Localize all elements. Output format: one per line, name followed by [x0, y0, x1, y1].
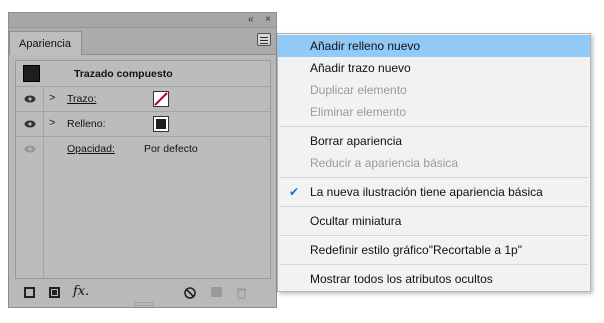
fill-label: Relleno: — [67, 118, 106, 130]
menu-item-duplicate: Duplicar elemento — [310, 83, 407, 97]
fx-icon[interactable]: fx. — [73, 284, 89, 299]
tab-apariencia[interactable]: Apariencia — [9, 31, 82, 55]
chevron-right-icon[interactable]: > — [49, 92, 55, 104]
collapse-icon[interactable]: « — [248, 14, 254, 26]
clear-appearance-icon[interactable] — [184, 287, 196, 299]
menu-item-clear-appearance[interactable]: Borrar apariencia — [278, 130, 590, 152]
object-label: Trazado compuesto — [74, 68, 173, 80]
menu-item-delete: Eliminar elemento — [310, 105, 407, 119]
checkmark-icon: ✔ — [289, 185, 300, 199]
menu-separator — [280, 264, 588, 265]
menu-item-add-fill[interactable]: Añadir relleno nuevo — [278, 35, 590, 57]
appearance-list: Trazado compuesto > Trazo: > Relleno: Op… — [15, 60, 271, 279]
menu-separator — [280, 177, 588, 178]
eye-icon[interactable] — [24, 120, 36, 128]
menu-item-redefine-style[interactable]: Redefinir estilo gráfico"Recortable a 1p… — [278, 239, 590, 261]
panel-tabbar: Apariencia — [9, 28, 276, 55]
panel-menu-icon[interactable] — [257, 33, 271, 46]
stroke-label[interactable]: Trazo: — [67, 93, 96, 105]
menu-item-reduce-basic: Reducir a apariencia básica — [310, 156, 459, 170]
eye-icon[interactable] — [24, 95, 36, 103]
opacity-label[interactable]: Opacidad: — [67, 143, 115, 155]
opacity-row[interactable]: Opacidad: Por defecto — [16, 137, 270, 162]
add-stroke-icon[interactable] — [24, 287, 35, 298]
resize-grip[interactable] — [135, 302, 153, 306]
panel-flyout-menu: Añadir relleno nuevo Añadir trazo nuevo … — [277, 33, 591, 292]
menu-separator — [280, 126, 588, 127]
stroke-row[interactable]: > Trazo: — [16, 87, 270, 112]
panel-bottom-toolbar: fx. — [9, 279, 276, 307]
menu-item-show-hidden-attributes[interactable]: Mostrar todos los atributos ocultos — [278, 268, 590, 290]
fill-row[interactable]: > Relleno: — [16, 112, 270, 137]
fill-swatch[interactable] — [153, 116, 169, 132]
duplicate-item-icon — [211, 287, 222, 297]
menu-separator — [280, 206, 588, 207]
stroke-swatch[interactable] — [153, 91, 169, 107]
appearance-panel: « × Apariencia Trazado compuesto > Trazo… — [8, 12, 277, 308]
chevron-right-icon[interactable]: > — [49, 117, 55, 129]
trash-icon — [237, 288, 246, 299]
eye-icon[interactable] — [24, 145, 36, 153]
panel-titlebar: « × — [9, 13, 276, 28]
menu-item-add-stroke[interactable]: Añadir trazo nuevo — [278, 57, 590, 79]
none-swatch-icon — [154, 92, 168, 106]
object-thumbnail — [23, 65, 40, 82]
menu-item-new-art-basic[interactable]: ✔ La nueva ilustración tiene apariencia … — [278, 181, 590, 203]
opacity-value: Por defecto — [144, 143, 198, 155]
menu-separator — [280, 235, 588, 236]
close-icon[interactable]: × — [265, 14, 271, 26]
menu-item-hide-thumbnail[interactable]: Ocultar miniatura — [278, 210, 590, 232]
object-row[interactable]: Trazado compuesto — [16, 61, 270, 87]
add-fill-icon[interactable] — [49, 287, 60, 298]
